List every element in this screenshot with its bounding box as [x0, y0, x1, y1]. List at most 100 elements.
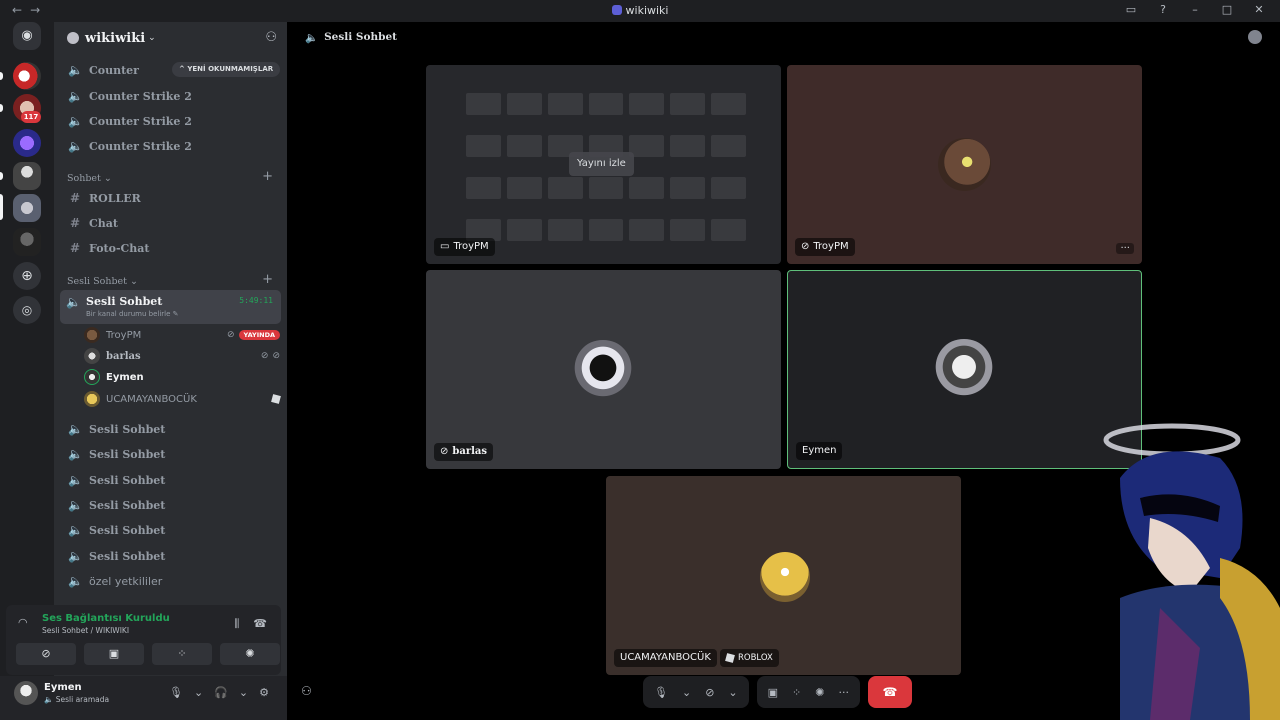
live-badge: YAYINDA — [238, 330, 280, 340]
category-sesli-sohbet[interactable]: Sesli Sohbet ⌄ — [67, 276, 138, 287]
watch-stream-button[interactable]: Yayını izle — [569, 152, 634, 176]
more-icon[interactable]: ··· — [838, 686, 849, 699]
mic-camera-group: 🎙 ⌄ ⊘ ⌄ — [643, 676, 749, 708]
channel-status-prompt[interactable]: Bir kanal durumu belirle ✎ — [86, 310, 179, 318]
server-icon[interactable] — [13, 162, 41, 190]
activities-icon[interactable]: ⁘ — [792, 686, 801, 699]
new-unreads-pill[interactable]: ^ YENİ OKUNMAMIŞLAR — [172, 62, 281, 77]
voice-channel[interactable]: 🔈 Counter Strike 2 — [62, 135, 280, 157]
tile-label: ▭ TroyPM — [434, 238, 495, 256]
inbox-icon[interactable]: ▭ — [1124, 3, 1138, 16]
maximize-icon[interactable]: □ — [1220, 3, 1234, 16]
user-panel: Eymen 🔈 Sesli aramada 🎙 ⌄ 🎧 ⌄ ⚙ — [0, 676, 287, 720]
text-channel-roller[interactable]: # ROLLER — [62, 187, 280, 209]
voice-channel[interactable]: 🔈 Counter Strike 2 — [62, 85, 280, 107]
voice-channel[interactable]: 🔈 Sesli Sohbet — [62, 443, 280, 465]
muted-icon: ⊘ — [272, 351, 280, 361]
server-icon[interactable] — [13, 62, 41, 90]
back-arrow-icon[interactable]: ← — [12, 3, 22, 17]
speaker-icon: 🔈 — [68, 63, 83, 77]
stream-tile-troypm[interactable]: Yayını izle ▭ TroyPM — [426, 65, 781, 264]
camera-off-icon[interactable]: ⊘ — [705, 686, 714, 699]
tile-label: ⊘ TroyPM — [795, 238, 855, 256]
voice-location[interactable]: Sesli Sohbet / WIKIWIKI — [42, 626, 129, 635]
chevron-down-icon[interactable]: ⌄ — [239, 686, 248, 699]
microphone-icon[interactable]: 🎙 — [654, 686, 668, 699]
discover-icon[interactable]: ◎ — [13, 296, 41, 324]
help-icon[interactable]: ? — [1156, 3, 1170, 16]
avatar — [84, 391, 100, 407]
hash-icon: # — [69, 191, 81, 205]
participant-tile-troypm[interactable]: ⊘ TroyPM ··· — [787, 65, 1142, 264]
voice-connection-panel: ◠ Ses Bağlantısı Kuruldu Sesli Sohbet / … — [6, 605, 281, 675]
voice-member-troypm[interactable]: TroyPM ⊘ YAYINDA — [84, 325, 280, 345]
user-name[interactable]: Eymen — [44, 682, 82, 693]
forward-arrow-icon[interactable]: → — [30, 3, 40, 17]
voice-channel[interactable]: 🔈 Sesli Sohbet — [62, 545, 280, 567]
activities-button[interactable]: ⁘ — [152, 643, 212, 665]
active-voice-channel[interactable]: 🔈 Sesli Sohbet 5:49:11 Bir kanal durumu … — [60, 290, 281, 324]
discord-home-icon[interactable]: ◉ — [13, 22, 41, 50]
disconnect-icon[interactable]: ☎ — [253, 617, 267, 631]
invite-to-activity-icon[interactable]: ⚇ — [301, 684, 312, 698]
category-sohbet[interactable]: Sohbet ⌄ — [67, 173, 112, 184]
screen-share-icon[interactable]: ▣ — [768, 686, 778, 699]
voice-member-eymen[interactable]: Eymen — [84, 367, 280, 387]
voice-member-barlas[interactable]: barlas ⊘ ⊘ — [84, 346, 280, 366]
user-avatar[interactable] — [14, 681, 38, 705]
speaker-icon: 🔈 — [68, 89, 83, 103]
create-channel-plus-icon[interactable]: + — [262, 169, 273, 184]
voice-channel[interactable]: 🔈 Sesli Sohbet — [62, 418, 280, 440]
voice-channel[interactable]: 🔈 Sesli Sohbet — [62, 519, 280, 541]
close-icon[interactable]: ✕ — [1252, 3, 1266, 16]
add-member-icon[interactable]: ⚇ — [265, 30, 277, 45]
avatar — [84, 327, 100, 343]
microphone-icon[interactable]: 🎙 — [169, 686, 183, 699]
chevron-up-icon[interactable]: ⌄ — [682, 686, 691, 699]
minimize-icon[interactable]: – — [1188, 3, 1202, 16]
server-icon-wikiwiki[interactable] — [13, 194, 41, 222]
create-channel-plus-icon[interactable]: + — [262, 272, 273, 287]
hang-up-icon: ☎ — [882, 685, 898, 699]
voice-channel[interactable]: 🔈 Counter Strike 2 — [62, 110, 280, 132]
chevron-down-icon[interactable]: ⌄ — [194, 686, 203, 699]
disconnect-call-button[interactable]: ☎ — [867, 676, 912, 708]
call-timer: 5:49:11 — [239, 296, 273, 305]
server-icon[interactable] — [13, 129, 41, 157]
camera-off-icon: ⊘ — [41, 647, 51, 660]
screen-icon: ▭ — [440, 241, 450, 252]
vtuber-overlay-image — [1103, 423, 1280, 720]
add-server-icon[interactable]: ⊕ — [13, 262, 41, 290]
channel-header: 🔈 Sesli Sohbet — [305, 31, 397, 44]
voice-member-ucamayanbocuk[interactable]: UCAMAYANBOCÜK — [84, 389, 281, 409]
participant-tile-ucamayanbocuk[interactable]: UCAMAYANBOCÜK ROBLOX — [606, 476, 961, 675]
text-channel-foto-chat[interactable]: # Foto-Chat — [62, 237, 280, 259]
roblox-icon — [725, 653, 735, 663]
camera-toggle-button[interactable]: ⊘ — [16, 643, 76, 665]
voice-channel[interactable]: 🔈 Sesli Sohbet — [62, 494, 280, 516]
speaker-icon: 🔈 — [68, 422, 83, 436]
chevron-up-icon[interactable]: ⌄ — [728, 686, 737, 699]
signal-icon[interactable]: ◠ — [18, 616, 28, 629]
chat-bubble-icon[interactable] — [1248, 30, 1262, 44]
soundboard-button[interactable]: ✺ — [220, 643, 280, 665]
text-channel-chat[interactable]: # Chat — [62, 212, 280, 234]
noise-suppression-icon[interactable]: ⫼ — [234, 617, 239, 631]
server-icon[interactable] — [13, 228, 41, 256]
screen-share-button[interactable]: ▣ — [84, 643, 144, 665]
more-options-button[interactable]: ··· — [1116, 243, 1134, 254]
soundboard-icon[interactable]: ✺ — [815, 686, 824, 699]
voice-status[interactable]: Ses Bağlantısı Kuruldu — [42, 613, 170, 624]
participant-avatar — [571, 340, 635, 402]
voice-channel[interactable]: 🔈 Sesli Sohbet — [62, 469, 280, 491]
participant-tile-barlas[interactable]: ⊘ barlas — [426, 270, 781, 469]
headphones-icon[interactable]: 🎧 — [214, 686, 228, 699]
speaker-icon: 🔈 — [68, 114, 83, 128]
settings-gear-icon[interactable]: ⚙ — [259, 686, 269, 699]
mention-badge: 117 — [21, 111, 41, 123]
participant-avatar — [932, 339, 996, 401]
server-header[interactable]: wikiwiki ⌄ — [54, 22, 287, 54]
voice-channel-locked-row[interactable]: 🔈 özel yetkililer — [62, 570, 280, 592]
participant-tile-eymen[interactable]: Eymen — [787, 270, 1142, 469]
participant-avatar — [760, 552, 810, 602]
